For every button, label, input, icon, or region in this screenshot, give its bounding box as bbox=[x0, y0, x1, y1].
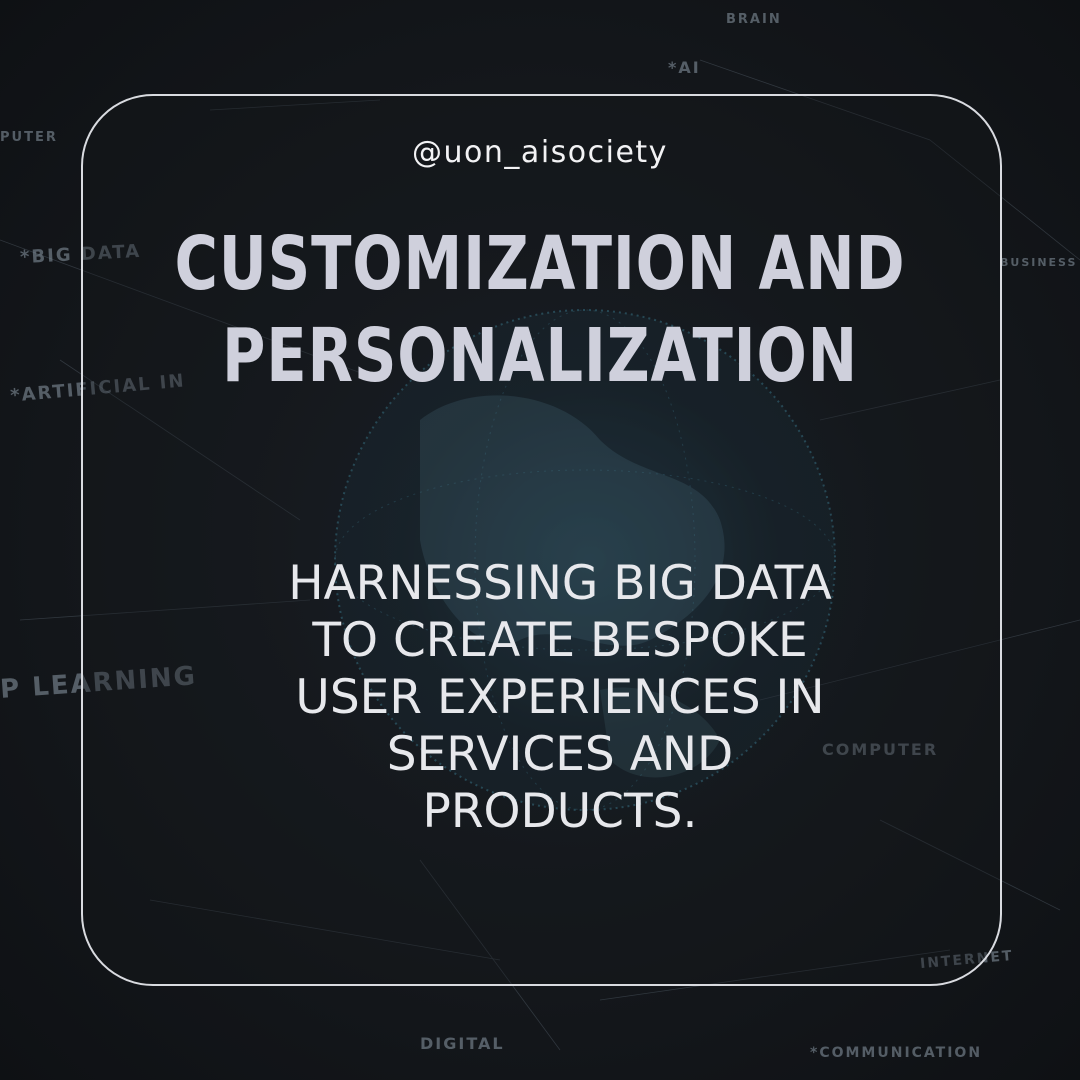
body-line-4: SERVICES AND bbox=[386, 727, 734, 782]
body-text: HARNESSING BIG DATA TO CREATE BESPOKE US… bbox=[160, 555, 960, 840]
body-line-5: PRODUCTS. bbox=[422, 784, 698, 839]
bg-word-brain: BRAIN bbox=[726, 12, 782, 27]
bg-word-business: BUSINESS bbox=[1000, 256, 1078, 269]
social-handle: @uon_aisociety bbox=[412, 135, 668, 170]
bg-word-digital: DIGITAL bbox=[420, 1034, 505, 1053]
title-line-1: CUSTOMIZATION AND bbox=[174, 221, 906, 307]
body-line-2: TO CREATE BESPOKE bbox=[312, 613, 808, 668]
bg-word-communication: *COMMUNICATION bbox=[810, 1045, 983, 1061]
title-line-2: PERSONALIZATION bbox=[222, 313, 858, 399]
page-title: CUSTOMIZATION AND PERSONALIZATION bbox=[108, 218, 972, 402]
bg-word-ai: *AI bbox=[668, 58, 701, 77]
poster: BRAIN *AI PUTER *BIG DATA *ARTIFICIAL IN… bbox=[0, 0, 1080, 1080]
body-line-3: USER EXPERIENCES IN bbox=[295, 670, 825, 725]
body-line-1: HARNESSING BIG DATA bbox=[288, 556, 832, 611]
